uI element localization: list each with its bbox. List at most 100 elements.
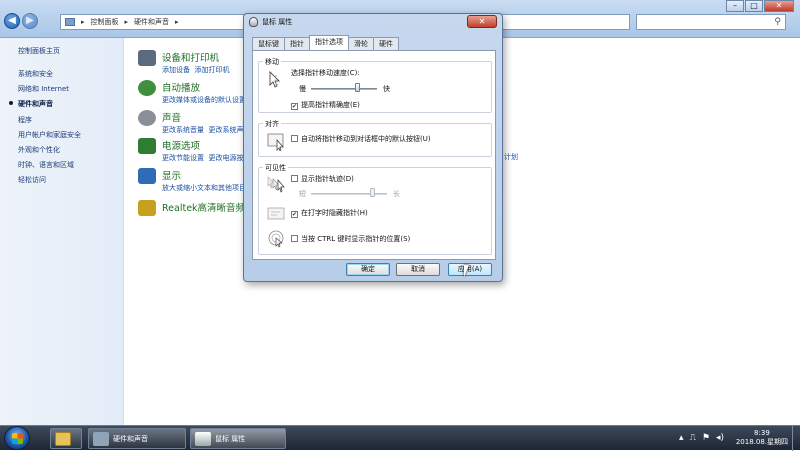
printer-icon (138, 50, 156, 66)
precision-checkbox[interactable]: ✔ (291, 103, 298, 110)
tab-buttons[interactable]: 鼠标键 (252, 37, 285, 50)
dialog-close-button[interactable]: ✕ (467, 15, 497, 28)
pointer-trails-icon (267, 176, 285, 193)
category-title[interactable]: Realtek高清晰音频 (162, 200, 245, 214)
link-text-size[interactable]: 放大或缩小文本和其他项目 (162, 184, 246, 192)
trails-slider-thumb[interactable] (369, 188, 375, 197)
tab-pointers[interactable]: 指针 (284, 37, 310, 50)
category-title[interactable]: 声音 (162, 110, 250, 124)
link-autoplay-defaults[interactable]: 更改媒体或设备的默认设置 (162, 96, 246, 104)
maximize-button[interactable]: □ (745, 0, 763, 12)
ok-button[interactable]: 确定 (346, 263, 390, 276)
tray-expand-icon[interactable]: ▴ (679, 433, 684, 443)
realtek-icon (138, 200, 156, 216)
category-title[interactable]: 显示 (162, 168, 246, 182)
sidebar-item-user-accounts[interactable]: 用户帐户和家庭安全 (18, 130, 123, 140)
category-title[interactable]: 自动播放 (162, 80, 246, 94)
show-location-icon (268, 230, 284, 248)
dialog-titlebar: 鼠标 属性 (249, 17, 292, 27)
back-button[interactable]: ◀ (4, 13, 20, 29)
folder-icon (55, 431, 71, 446)
trails-long-label: 长 (393, 190, 400, 198)
snap-to-icon (267, 133, 284, 151)
windows-logo-icon (12, 433, 23, 444)
category-sound: 声音 更改系统音量 更改系统声音 (138, 110, 250, 135)
dialog-title: 鼠标 属性 (262, 18, 293, 26)
speed-slider-thumb[interactable] (355, 83, 361, 92)
cancel-button[interactable]: 取消 (396, 263, 440, 276)
flag-icon[interactable]: ⚑ (702, 433, 710, 443)
trails-option[interactable]: 显示指针轨迹(D) (291, 174, 354, 184)
display-icon (138, 168, 156, 184)
forward-button[interactable]: ▶ (22, 13, 38, 29)
sidebar-item-appearance[interactable]: 外观和个性化 (18, 145, 123, 155)
taskbar-explorer-pin[interactable] (50, 428, 82, 449)
sidebar-item-hardware-sound[interactable]: 硬件和声音 (9, 99, 123, 109)
link-plan[interactable]: 计划 (504, 152, 518, 162)
category-devices-printers: 设备和打印机 添加设备 添加打印机 (138, 50, 229, 75)
tab-pointer-options[interactable]: 指针选项 (309, 35, 349, 50)
start-button[interactable] (4, 426, 30, 450)
snap-checkbox[interactable] (291, 135, 298, 142)
ctrl-location-checkbox[interactable] (291, 235, 298, 242)
sidebar-item-network[interactable]: 网络和 Internet (18, 84, 123, 94)
tab-hardware[interactable]: 硬件 (373, 37, 399, 50)
volume-icon[interactable]: ◂) (716, 433, 724, 443)
taskbar-item-mouse-properties[interactable]: 鼠标 属性 (190, 428, 286, 449)
link-add-device[interactable]: 添加设备 (162, 66, 190, 74)
speed-label: 选择指针移动速度(C): (291, 69, 360, 77)
speaker-icon (138, 110, 156, 126)
tab-wheel[interactable]: 滑轮 (348, 37, 374, 50)
sidebar-item-programs[interactable]: 程序 (18, 115, 123, 125)
speed-fast-label: 快 (383, 85, 390, 93)
taskbar-item-hardware-sound[interactable]: 硬件和声音 (88, 428, 186, 449)
breadcrumb-sep-icon: ▸ (81, 18, 85, 26)
power-icon (138, 138, 156, 154)
mouse-icon (195, 431, 211, 446)
category-title[interactable]: 设备和打印机 (162, 50, 229, 64)
sidebar-item-security[interactable]: 系统和安全 (18, 69, 123, 79)
taskbar: 硬件和声音 鼠标 属性 ▴ ⎍ ⚑ ◂) 8:39 2018.08.星期四 (0, 425, 800, 451)
snap-option[interactable]: 自动将指针移动到对话框中的默认按钮(U) (291, 134, 431, 144)
hide-while-typing-label: 在打字时隐藏指针(H) (301, 209, 368, 217)
motion-group: 移动 选择指针移动速度(C): 慢 快 ✔ 提高指针精确度(E) (258, 57, 492, 113)
snap-label: 自动将指针移动到对话框中的默认按钮(U) (301, 135, 431, 143)
sidebar-item-clock-region[interactable]: 时钟、语言和区域 (18, 160, 123, 170)
visibility-group: 可见性 显示指针轨迹(D) 短 长 ✔ 在打字时隐藏指针(H) 当按 CTRL … (258, 163, 492, 255)
category-display: 显示 放大或缩小文本和其他项目 (138, 168, 246, 193)
breadcrumb-hardware-sound[interactable]: 硬件和声音 (134, 17, 169, 27)
sidebar-home-link[interactable]: 控制面板主页 (18, 46, 123, 56)
folder-icon (65, 18, 75, 26)
close-button[interactable]: ✕ (764, 0, 794, 12)
search-box[interactable]: ⚲ (636, 14, 786, 30)
mouse-icon (249, 17, 258, 27)
system-tray: ▴ ⎍ ⚑ ◂) (679, 433, 724, 443)
clock-time: 8:39 (754, 429, 770, 437)
show-desktop-button[interactable] (792, 426, 800, 451)
trails-short-label: 短 (299, 190, 306, 198)
clock[interactable]: 8:39 2018.08.星期四 (736, 429, 788, 447)
window-controls: – □ ✕ (725, 0, 794, 12)
visibility-group-label: 可见性 (263, 163, 288, 173)
ctrl-location-option[interactable]: 当按 CTRL 键时显示指针的位置(S) (291, 234, 410, 244)
minimize-button[interactable]: – (726, 0, 744, 12)
sidebar: 控制面板主页 系统和安全 网络和 Internet 硬件和声音 程序 用户帐户和… (0, 38, 124, 425)
speed-slow-label: 慢 (299, 85, 306, 93)
trails-checkbox[interactable] (291, 175, 298, 182)
link-add-printer[interactable]: 添加打印机 (194, 66, 229, 74)
speed-slider-track[interactable] (311, 88, 377, 90)
breadcrumb-sep-icon: ▸ (175, 18, 179, 26)
network-icon[interactable]: ⎍ (690, 433, 696, 443)
trails-label: 显示指针轨迹(D) (301, 175, 354, 183)
breadcrumb-sep-icon: ▸ (124, 18, 129, 26)
link-power-saving[interactable]: 更改节能设置 (162, 154, 204, 162)
trails-slider-track[interactable] (311, 193, 387, 195)
link-volume[interactable]: 更改系统音量 (162, 126, 204, 134)
hide-while-typing-checkbox[interactable]: ✔ (291, 211, 298, 218)
breadcrumb-control-panel[interactable]: 控制面板 (91, 17, 119, 27)
precision-option[interactable]: ✔ 提高指针精确度(E) (291, 100, 360, 110)
hide-while-typing-option[interactable]: ✔ 在打字时隐藏指针(H) (291, 208, 368, 218)
printer-icon (93, 431, 109, 446)
snap-group-label: 对齐 (263, 119, 281, 129)
sidebar-item-accessibility[interactable]: 轻松访问 (18, 175, 123, 185)
